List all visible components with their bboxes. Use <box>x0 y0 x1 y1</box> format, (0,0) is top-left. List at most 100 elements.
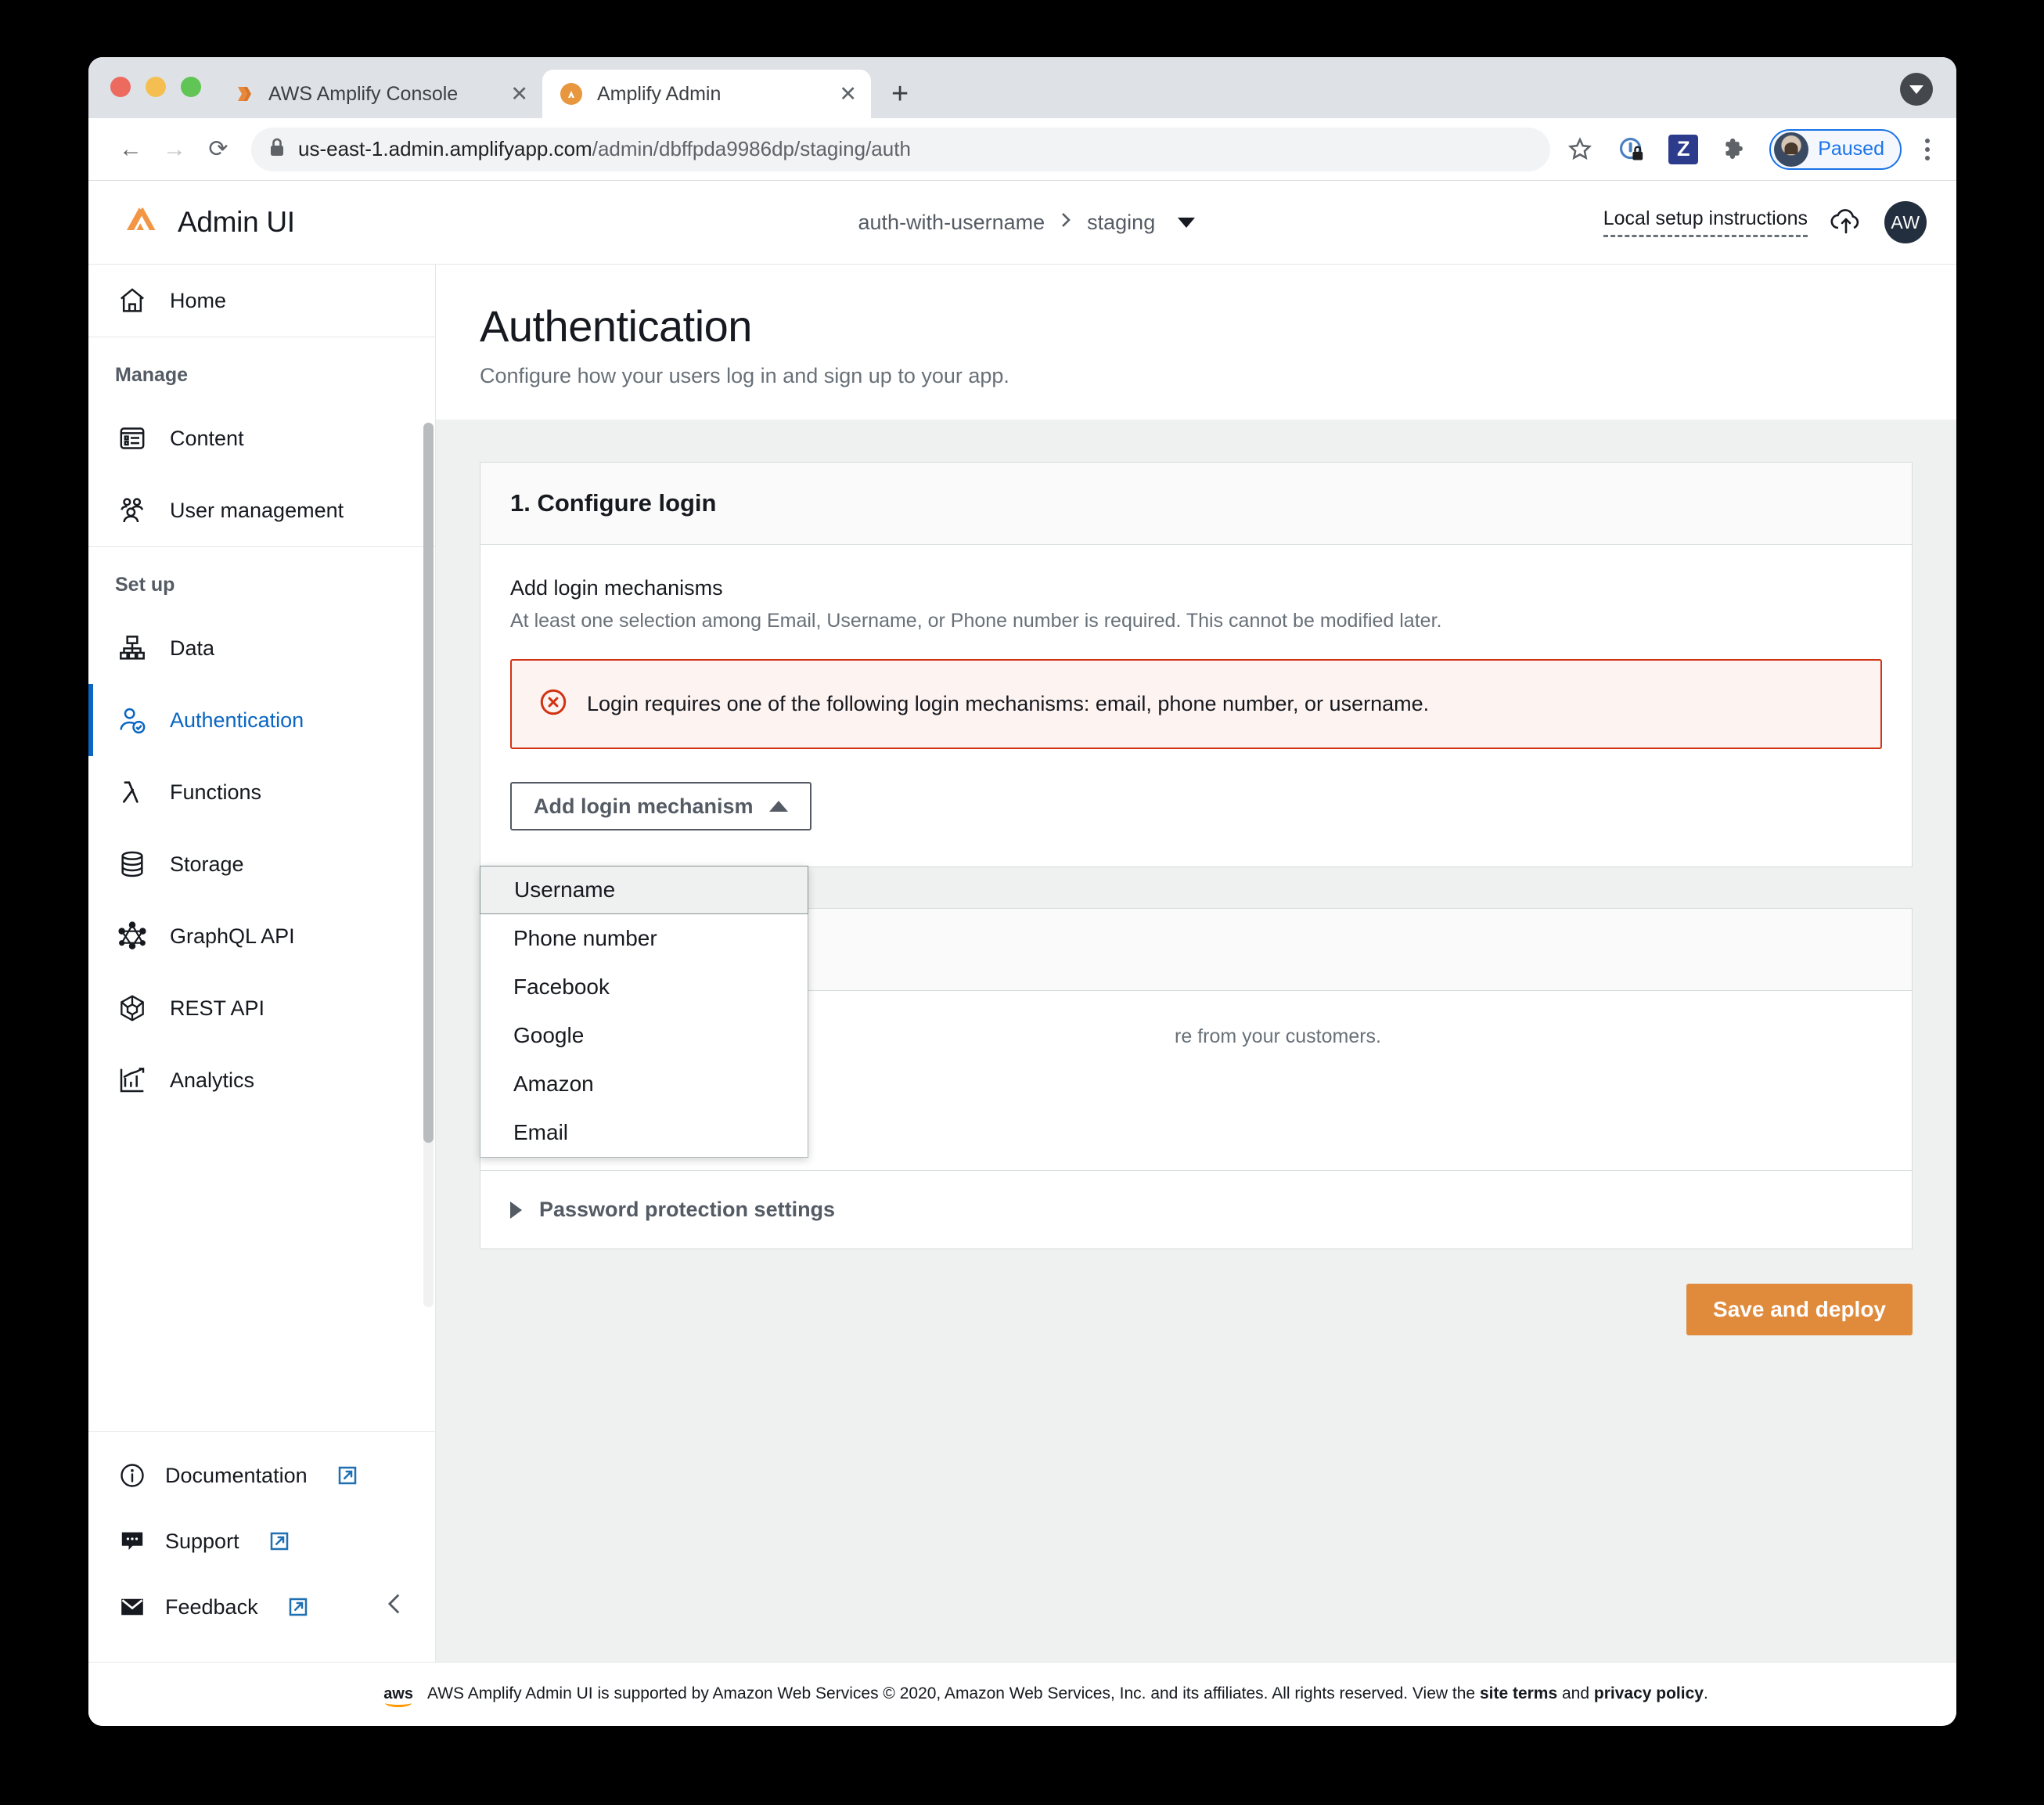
sidebar-item-graphql-api[interactable]: GraphQL API <box>88 900 435 972</box>
browser-tab-2[interactable]: Amplify Admin ✕ <box>542 70 871 118</box>
sidebar-item-home[interactable]: Home <box>88 265 435 337</box>
footer-site-terms-link[interactable]: site terms <box>1480 1684 1557 1702</box>
dropdown-option-email[interactable]: Email <box>480 1108 808 1157</box>
sidebar-item-content-label: Content <box>170 426 244 450</box>
close-tab-2-button[interactable]: ✕ <box>839 83 857 105</box>
chevron-up-icon <box>768 801 788 812</box>
amplify-admin-app: Admin UI auth-with-username staging Loca… <box>88 181 1956 1725</box>
sidebar-item-functions[interactable]: Functions <box>88 756 435 828</box>
maximize-window-button[interactable] <box>181 77 201 97</box>
brand[interactable]: Admin UI <box>121 201 450 244</box>
dropdown-option-amazon[interactable]: Amazon <box>480 1060 808 1108</box>
collapse-sidebar-button[interactable] <box>382 1591 408 1623</box>
browser-tab-1[interactable]: AWS Amplify Console ✕ <box>214 70 542 118</box>
sidebar-item-storage[interactable]: Storage <box>88 828 435 900</box>
sidebar-item-feedback-label: Feedback <box>165 1594 258 1619</box>
browser-menu-icon[interactable] <box>1919 138 1936 160</box>
save-and-deploy-button[interactable]: Save and deploy <box>1686 1284 1913 1335</box>
external-link-icon <box>336 1464 359 1487</box>
sidebar-item-home-label: Home <box>170 288 227 312</box>
sidebar-item-documentation-label: Documentation <box>165 1463 308 1487</box>
app-header: Admin UI auth-with-username staging Loca… <box>88 181 1956 264</box>
dropdown-option-username[interactable]: Username <box>480 866 808 914</box>
sidebar-item-analytics[interactable]: Analytics <box>88 1044 435 1116</box>
reload-button[interactable]: ⟳ <box>196 128 240 171</box>
chevron-down-icon[interactable] <box>1178 217 1196 228</box>
footer-privacy-policy-link[interactable]: privacy policy <box>1594 1684 1704 1702</box>
close-window-button[interactable] <box>110 77 131 97</box>
sidebar-group-setup-title: Set up <box>115 574 175 596</box>
kebab-dot <box>1925 138 1930 143</box>
user-avatar[interactable]: AW <box>1884 201 1927 243</box>
sidebar-item-rest-api-label: REST API <box>170 996 265 1020</box>
sidebar-group-manage-title: Manage <box>115 364 189 386</box>
password-protection-settings-expander[interactable]: Password protection settings <box>480 1170 1912 1248</box>
back-button[interactable]: ← <box>109 128 153 171</box>
external-link-icon <box>268 1529 291 1553</box>
sidebar-item-rest-api[interactable]: REST API <box>88 972 435 1044</box>
data-icon <box>115 632 149 664</box>
graphql-icon <box>115 921 149 952</box>
info-icon <box>115 1461 149 1490</box>
local-setup-instructions-link[interactable]: Local setup instructions <box>1603 207 1808 237</box>
forward-button[interactable]: → <box>153 128 196 171</box>
sidebar-item-user-management[interactable]: User management <box>88 474 435 546</box>
sidebar-item-support[interactable]: Support <box>88 1508 435 1574</box>
cloud-upload-icon[interactable] <box>1828 204 1864 241</box>
minimize-window-button[interactable] <box>146 77 166 97</box>
sidebar-item-authentication-label: Authentication <box>170 708 304 732</box>
url-host: us-east-1.admin.amplifyapp.com <box>298 137 592 160</box>
dropdown-option-phone-number[interactable]: Phone number <box>480 914 808 963</box>
users-icon <box>115 495 149 526</box>
profile-status-label: Paused <box>1818 138 1884 160</box>
sidebar-scrollbar-thumb[interactable] <box>423 423 434 1143</box>
content-icon <box>115 423 149 454</box>
profile-button[interactable]: Paused <box>1769 128 1902 170</box>
amplify-logo-icon <box>121 201 160 244</box>
breadcrumb-app-name[interactable]: auth-with-username <box>858 211 1045 235</box>
home-icon <box>115 285 149 316</box>
browser-toolbar: ← → ⟳ us-east-1.admin.amplifyapp.com/adm… <box>88 118 1956 181</box>
browser-tab-2-title: Amplify Admin <box>597 82 722 105</box>
bookmark-star-icon[interactable] <box>1563 132 1597 167</box>
sidebar-item-authentication[interactable]: Authentication <box>88 684 435 756</box>
sidebar-item-feedback[interactable]: Feedback <box>88 1574 435 1640</box>
footer-text: AWS Amplify Admin UI is supported by Ama… <box>427 1684 1708 1703</box>
breadcrumb[interactable]: auth-with-username staging <box>450 210 1603 236</box>
page-title: Authentication <box>480 301 752 351</box>
address-bar[interactable]: us-east-1.admin.amplifyapp.com/admin/dbf… <box>251 127 1551 171</box>
add-login-mechanism-dropdown[interactable]: Username Phone number Facebook Google Am… <box>480 866 808 1158</box>
chevron-down-icon <box>1909 85 1923 94</box>
lock-icon <box>268 137 286 161</box>
browser-tab-1-title: AWS Amplify Console <box>268 82 459 105</box>
dropdown-option-google[interactable]: Google <box>480 1011 808 1060</box>
app-body: Home Manage Content User management Set … <box>88 264 1956 1662</box>
zoom-extension-icon[interactable]: Z <box>1666 132 1700 167</box>
configure-login-card: 1. Configure login Add login mechanisms … <box>480 462 1913 867</box>
sidebar-item-data[interactable]: Data <box>88 612 435 684</box>
zoom-extension-label: Z <box>1668 134 1699 164</box>
add-login-mechanism-button[interactable]: Add login mechanism <box>510 782 811 830</box>
sidebar-scrollbar[interactable] <box>423 423 434 1307</box>
toolbar-icons: Z Paused <box>1563 128 1936 170</box>
sidebar-item-graphql-api-label: GraphQL API <box>170 924 295 948</box>
sidebar-item-storage-label: Storage <box>170 852 244 876</box>
show-all-tabs-button[interactable] <box>1900 73 1933 106</box>
browser-window: AWS Amplify Console ✕ Amplify Admin ✕ + <box>88 57 1956 1726</box>
password-manager-icon[interactable] <box>1614 132 1649 167</box>
sidebar-item-documentation[interactable]: Documentation <box>88 1443 435 1508</box>
sidebar-item-content[interactable]: Content <box>88 402 435 474</box>
breadcrumb-env-name[interactable]: staging <box>1087 211 1155 235</box>
add-login-mechanisms-label: Add login mechanisms <box>510 576 723 600</box>
footer-text-after: . <box>1703 1684 1708 1702</box>
error-circle-icon <box>538 687 568 721</box>
extensions-puzzle-icon[interactable] <box>1718 132 1752 167</box>
dropdown-option-facebook[interactable]: Facebook <box>480 963 808 1011</box>
login-error-message: Login requires one of the following logi… <box>587 692 1430 715</box>
close-tab-1-button[interactable]: ✕ <box>510 83 528 105</box>
add-login-mechanism-label: Add login mechanism <box>534 794 754 818</box>
kebab-dot <box>1925 146 1930 152</box>
lambda-icon <box>115 776 149 808</box>
new-tab-button[interactable]: + <box>891 79 909 109</box>
login-error-alert: Login requires one of the following logi… <box>510 659 1882 749</box>
